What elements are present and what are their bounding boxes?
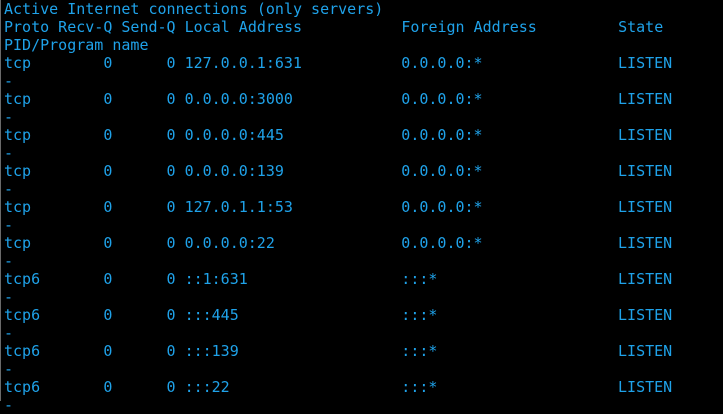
- cell-send: 0: [166, 54, 176, 72]
- cell-state: LISTEN: [618, 198, 673, 216]
- cell-proto: tcp: [4, 198, 32, 216]
- connection-row: tcp 0 0 127.0.1.1:53 0.0.0.0:* LISTEN: [4, 198, 722, 216]
- cell-state: LISTEN: [618, 342, 673, 360]
- connection-row: tcp 0 0 127.0.0.1:631 0.0.0.0:* LISTEN: [4, 54, 722, 72]
- cell-state: LISTEN: [618, 90, 673, 108]
- cell-proto: tcp6: [4, 378, 41, 396]
- cell-local: ::1:631: [184, 270, 248, 288]
- cell-send: 0: [166, 126, 176, 144]
- cell-send: 0: [166, 378, 176, 396]
- cell-foreign: :::*: [401, 270, 438, 288]
- connection-row: tcp 0 0 0.0.0.0:139 0.0.0.0:* LISTEN: [4, 162, 722, 180]
- cell-recv: 0: [103, 126, 113, 144]
- cell-pid-program: -: [4, 252, 14, 270]
- cell-state: LISTEN: [618, 162, 673, 180]
- connection-row: tcp6 0 0:::445:::* LISTEN: [4, 306, 722, 324]
- cell-proto: tcp: [4, 234, 32, 252]
- cell-state: LISTEN: [618, 234, 673, 252]
- cell-local: 127.0.0.1:631: [184, 54, 302, 72]
- cell-proto: tcp6: [4, 342, 41, 360]
- cell-recv: 0: [103, 342, 113, 360]
- cell-send: 0: [166, 234, 176, 252]
- column-header-wrap: PID/Program name: [4, 36, 149, 54]
- output-title: Active Internet connections (only server…: [4, 0, 384, 18]
- cell-pid-program: -: [4, 396, 14, 414]
- cell-recv: 0: [103, 378, 113, 396]
- cell-proto: tcp6: [4, 306, 41, 324]
- cell-pid-program: -: [4, 72, 14, 90]
- cell-proto: tcp: [4, 162, 32, 180]
- cell-pid-program: -: [4, 180, 14, 198]
- cell-local: 0.0.0.0:139: [184, 162, 284, 180]
- cell-state: LISTEN: [618, 54, 673, 72]
- cell-state: LISTEN: [618, 378, 673, 396]
- connection-row: tcp 0 0 0.0.0.0:22 0.0.0.0:* LISTEN: [4, 234, 722, 252]
- cell-foreign: 0.0.0.0:*: [401, 234, 483, 252]
- cell-pid-program: -: [4, 360, 14, 378]
- cell-local: 0.0.0.0:22: [184, 234, 275, 252]
- cell-proto: tcp6: [4, 270, 41, 288]
- terminal-output[interactable]: Active Internet connections (only server…: [0, 0, 722, 414]
- connection-row: tcp 0 0 0.0.0.0:3000 0.0.0.0:* LISTEN: [4, 90, 722, 108]
- cell-proto: tcp: [4, 90, 32, 108]
- cell-send: 0: [166, 198, 176, 216]
- cell-pid-program: -: [4, 144, 14, 162]
- cell-state: LISTEN: [618, 306, 673, 324]
- cell-foreign: 0.0.0.0:*: [401, 54, 483, 72]
- connection-list: tcp 0 0 127.0.0.1:631 0.0.0.0:* LISTEN - tcp 0 0 0…: [4, 54, 722, 414]
- cell-recv: 0: [103, 162, 113, 180]
- cell-pid-program: -: [4, 216, 14, 234]
- cell-foreign: 0.0.0.0:*: [401, 162, 483, 180]
- cell-recv: 0: [103, 90, 113, 108]
- cell-local: 127.0.1.1:53: [184, 198, 293, 216]
- cell-pid-program: -: [4, 108, 14, 126]
- cell-recv: 0: [103, 198, 113, 216]
- cell-foreign: :::*: [401, 378, 438, 396]
- cell-send: 0: [166, 342, 176, 360]
- cell-proto: tcp: [4, 54, 32, 72]
- cell-foreign: 0.0.0.0:*: [401, 90, 483, 108]
- cell-recv: 0: [103, 54, 113, 72]
- cell-proto: tcp: [4, 126, 32, 144]
- cell-foreign: :::*: [401, 342, 438, 360]
- cell-pid-program: -: [4, 324, 14, 342]
- cell-send: 0: [166, 162, 176, 180]
- cell-send: 0: [166, 306, 176, 324]
- column-header: Proto Recv-Q Send-Q Local Address Foreig…: [4, 18, 664, 36]
- cell-state: LISTEN: [618, 126, 673, 144]
- connection-row: tcp 0 0 0.0.0.0:445 0.0.0.0:* LISTEN: [4, 126, 722, 144]
- cell-recv: 0: [103, 270, 113, 288]
- cell-recv: 0: [103, 234, 113, 252]
- cell-send: 0: [166, 90, 176, 108]
- cell-foreign: :::*: [401, 306, 438, 324]
- cell-state: LISTEN: [618, 270, 673, 288]
- cell-local: :::22: [184, 378, 230, 396]
- cell-recv: 0: [103, 306, 113, 324]
- cell-local: :::139: [184, 342, 239, 360]
- connection-row: tcp6 0 0:::139:::* LISTEN: [4, 342, 722, 360]
- cell-send: 0: [166, 270, 176, 288]
- cell-pid-program: -: [4, 288, 14, 306]
- cell-foreign: 0.0.0.0:*: [401, 198, 483, 216]
- connection-row: tcp6 0 0::1:631:::* LISTEN: [4, 270, 722, 288]
- cell-local: :::445: [184, 306, 239, 324]
- connection-row: tcp6 0 0:::22:::* LISTEN: [4, 378, 722, 396]
- cell-local: 0.0.0.0:445: [184, 126, 284, 144]
- cell-local: 0.0.0.0:3000: [184, 90, 293, 108]
- cell-foreign: 0.0.0.0:*: [401, 126, 483, 144]
